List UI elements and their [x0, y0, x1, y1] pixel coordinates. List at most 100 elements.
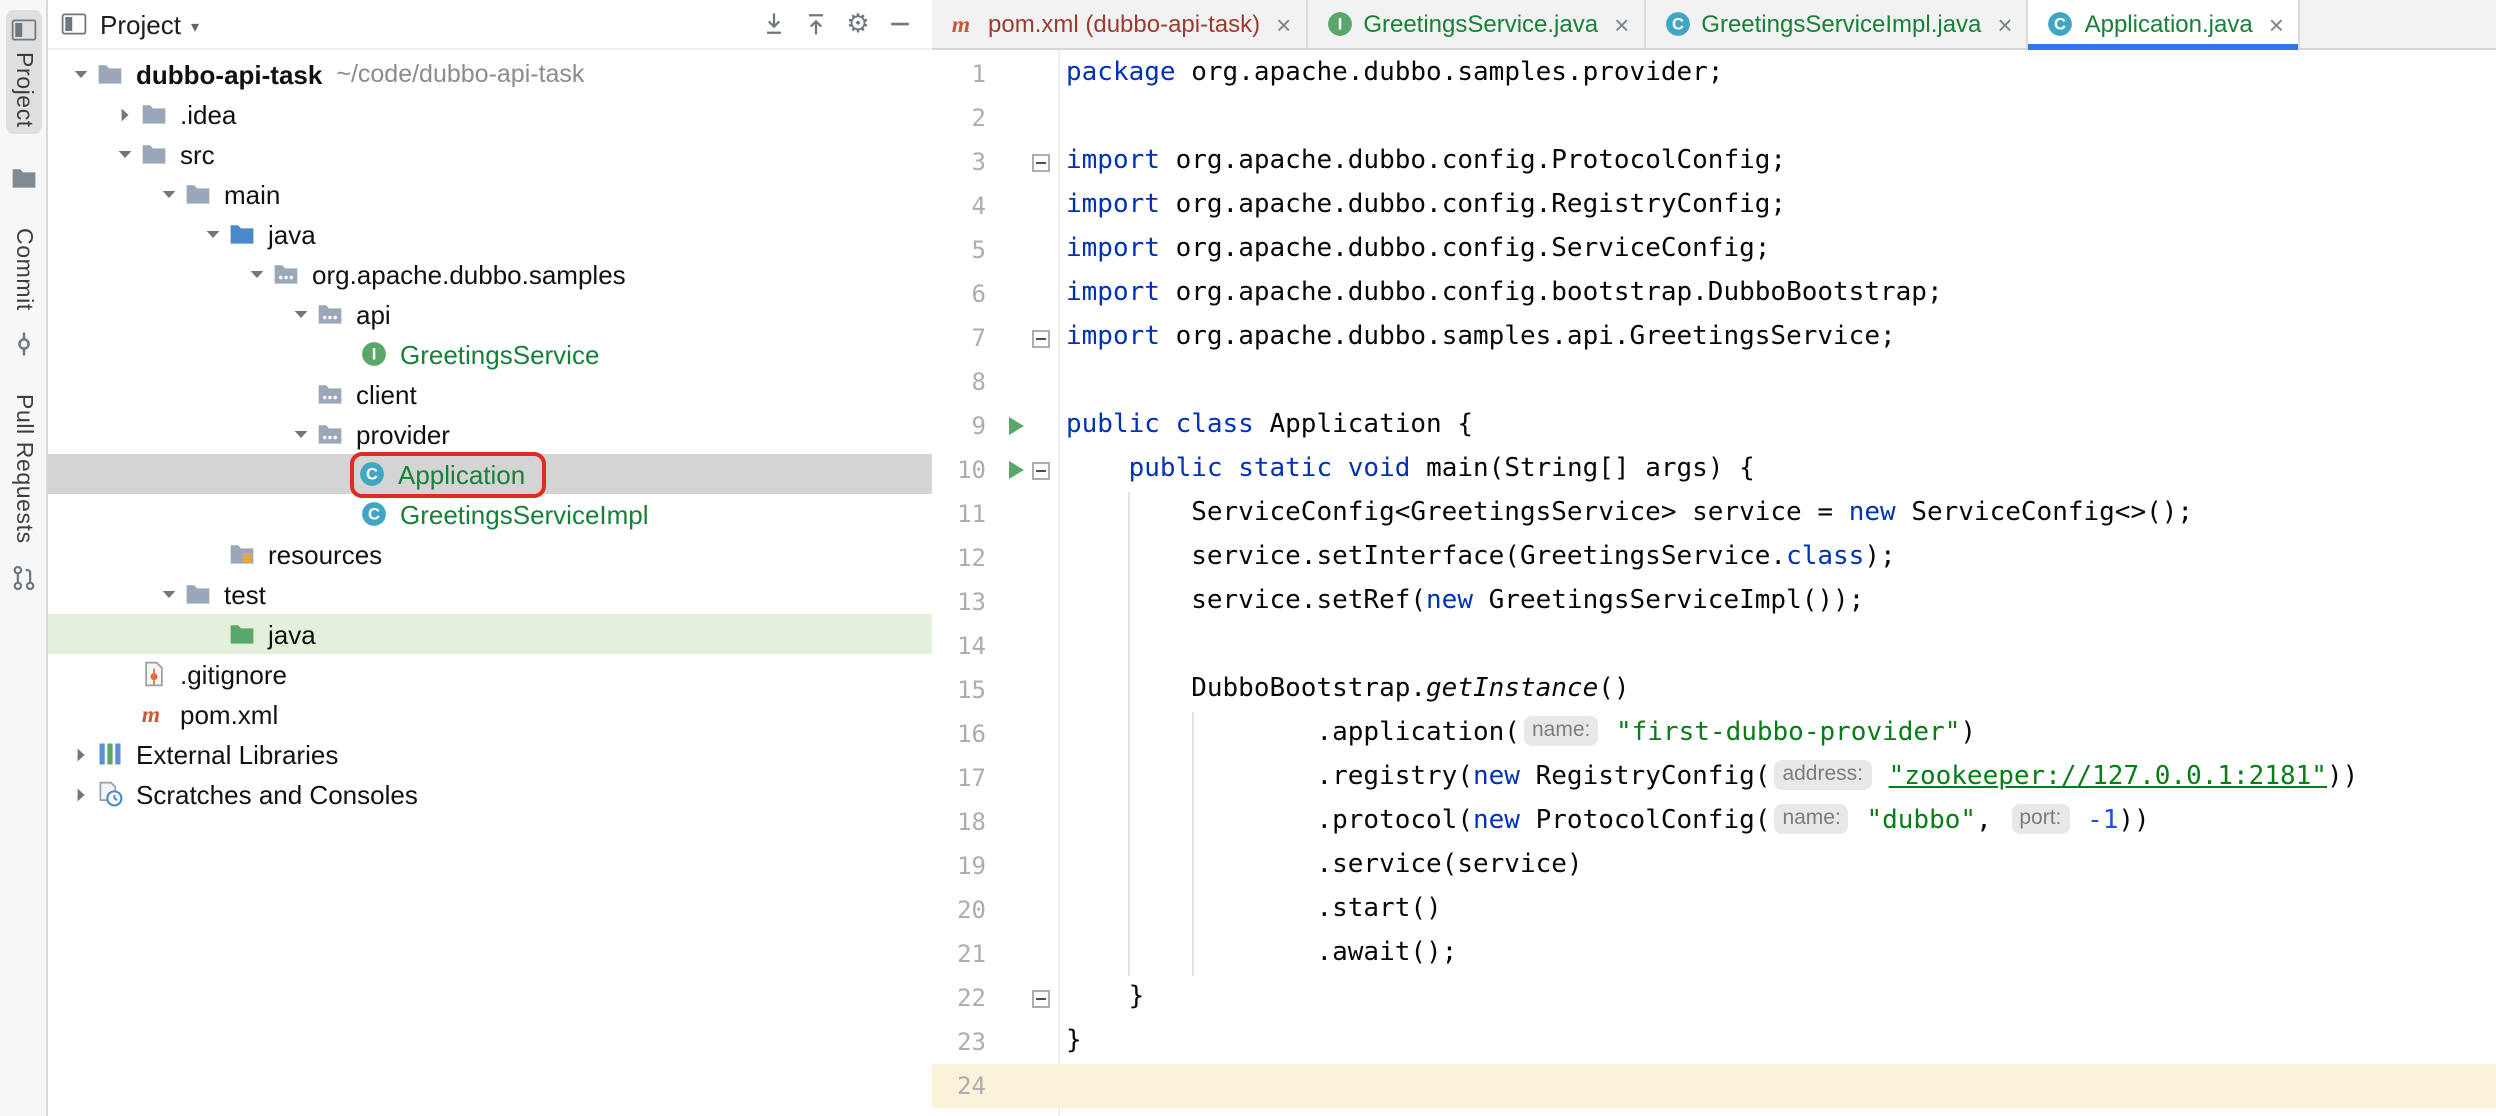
- code-line-18[interactable]: 18 .protocol(new ProtocolConfig(name: "d…: [932, 800, 2496, 844]
- expand-all-icon[interactable]: [758, 8, 790, 40]
- tree-item-provider[interactable]: provider: [48, 414, 932, 454]
- fold-marker-icon[interactable]: [1028, 326, 1052, 350]
- chevron-down-icon[interactable]: [152, 585, 184, 603]
- tree-item-resources[interactable]: resources: [48, 534, 932, 574]
- chevron-down-icon[interactable]: [196, 225, 228, 243]
- tree-item-java[interactable]: java: [48, 614, 932, 654]
- code-line-17[interactable]: 17 .registry(new RegistryConfig(address:…: [932, 756, 2496, 800]
- code-line-10[interactable]: 10 public static void main(String[] args…: [932, 448, 2496, 492]
- tool-window-button-commit[interactable]: Commit: [5, 222, 41, 365]
- code-line-12[interactable]: 12 service.setInterface(GreetingsService…: [932, 536, 2496, 580]
- maven-icon: m: [950, 10, 978, 38]
- ide-window: Project Commit Pull Requests Project ▾ ⚙ d…: [0, 0, 2496, 1116]
- tab-label: pom.xml (dubbo-api-task): [988, 10, 1260, 38]
- code-editor[interactable]: 1package org.apache.dubbo.samples.provid…: [932, 50, 2496, 1116]
- tab-pom-xml-dubbo-api-task[interactable]: m pom.xml (dubbo-api-task) ×: [932, 0, 1307, 48]
- gutter-spacer: [1004, 1030, 1028, 1054]
- gutter-spacer: [1028, 942, 1052, 966]
- tree-item-src[interactable]: src: [48, 134, 932, 174]
- tool-window-button-tool-folder[interactable]: [5, 158, 41, 198]
- gutter-icons: [986, 404, 1058, 448]
- line-number: 12: [932, 536, 986, 580]
- code-line-13[interactable]: 13 service.setRef(new GreetingsServiceIm…: [932, 580, 2496, 624]
- collapse-all-icon[interactable]: [800, 8, 832, 40]
- settings-icon[interactable]: ⚙: [842, 8, 874, 40]
- tree-item-label: main: [224, 179, 280, 209]
- chevron-down-icon[interactable]: [284, 425, 316, 443]
- chevron-down-icon[interactable]: [240, 265, 272, 283]
- close-icon[interactable]: ×: [1276, 11, 1291, 37]
- code-line-16[interactable]: 16 .application(name: "first-dubbo-provi…: [932, 712, 2496, 756]
- project-pane-icon: [58, 8, 90, 40]
- tree-item-test[interactable]: test: [48, 574, 932, 614]
- tree-item-java[interactable]: java: [48, 214, 932, 254]
- run-arrow-icon[interactable]: [1004, 458, 1028, 482]
- parameter-hint: name:: [1774, 804, 1848, 834]
- tree-item-label: resources: [268, 539, 382, 569]
- chevron-down-icon[interactable]: [152, 185, 184, 203]
- chevron-down-icon[interactable]: [64, 65, 96, 83]
- tab-application-java[interactable]: CApplication.java×: [2029, 0, 2300, 48]
- run-arrow-icon[interactable]: [1004, 414, 1028, 438]
- code-line-4[interactable]: 4import org.apache.dubbo.config.Registry…: [932, 184, 2496, 228]
- code-line-7[interactable]: 7import org.apache.dubbo.samples.api.Gre…: [932, 316, 2496, 360]
- code-line-3[interactable]: 3import org.apache.dubbo.config.Protocol…: [932, 140, 2496, 184]
- code-line-8[interactable]: 8: [932, 360, 2496, 404]
- chevron-right-icon[interactable]: [64, 785, 96, 803]
- project-panel-title[interactable]: Project: [100, 9, 181, 39]
- code-line-24[interactable]: 24: [932, 1064, 2496, 1108]
- chevron-right-icon[interactable]: [108, 105, 140, 123]
- tree-item-org-apache-dubbo-samples[interactable]: org.apache.dubbo.samples: [48, 254, 932, 294]
- fold-marker-icon[interactable]: [1028, 150, 1052, 174]
- code-text: .service(service): [1058, 844, 1583, 888]
- class-icon: C: [360, 500, 394, 528]
- tab-greetingsserviceimpl-java[interactable]: CGreetingsServiceImpl.java×: [1645, 0, 2028, 48]
- code-line-23[interactable]: 23}: [932, 1020, 2496, 1064]
- chevron-right-icon[interactable]: [64, 745, 96, 763]
- code-line-6[interactable]: 6import org.apache.dubbo.config.bootstra…: [932, 272, 2496, 316]
- code-line-19[interactable]: 19 .service(service): [932, 844, 2496, 888]
- code-line-11[interactable]: 11 ServiceConfig<GreetingsService> servi…: [932, 492, 2496, 536]
- tree-item-main[interactable]: main: [48, 174, 932, 214]
- code-line-14[interactable]: 14: [932, 624, 2496, 668]
- chevron-down-icon[interactable]: [108, 145, 140, 163]
- tree-item-scratches-and-consoles[interactable]: Scratches and Consoles: [48, 774, 932, 814]
- code-line-5[interactable]: 5import org.apache.dubbo.config.ServiceC…: [932, 228, 2496, 272]
- tree-item-client[interactable]: client: [48, 374, 932, 414]
- chevron-down-icon[interactable]: [284, 305, 316, 323]
- gutter-spacer: [1004, 238, 1028, 262]
- tree-item-greetingsserviceimpl[interactable]: CGreetingsServiceImpl: [48, 494, 932, 534]
- tool-window-button-pull-requests[interactable]: Pull Requests: [5, 389, 41, 599]
- gutter-spacer: [1028, 590, 1052, 614]
- gutter-icons: [986, 844, 1058, 888]
- tree-item-pom-xml[interactable]: mpom.xml: [48, 694, 932, 734]
- tree-item-api[interactable]: api: [48, 294, 932, 334]
- close-icon[interactable]: ×: [1614, 11, 1629, 37]
- code-line-20[interactable]: 20 .start(): [932, 888, 2496, 932]
- gutter-spacer: [1004, 546, 1028, 570]
- fold-marker-icon[interactable]: [1028, 986, 1052, 1010]
- code-line-9[interactable]: 9public class Application {: [932, 404, 2496, 448]
- code-line-22[interactable]: 22 }: [932, 976, 2496, 1020]
- activity-bar: Project Commit Pull Requests: [0, 0, 48, 1116]
- tree-item-external-libraries[interactable]: External Libraries: [48, 734, 932, 774]
- hide-panel-icon[interactable]: [884, 8, 916, 40]
- tree-item-label: client: [356, 379, 417, 409]
- close-icon[interactable]: ×: [1997, 11, 2012, 37]
- code-token: new: [1849, 498, 1912, 528]
- code-line-15[interactable]: 15 DubboBootstrap.getInstance(): [932, 668, 2496, 712]
- code-line-2[interactable]: 2: [932, 96, 2496, 140]
- fold-marker-icon[interactable]: [1028, 458, 1052, 482]
- chevron-down-icon[interactable]: ▾: [191, 17, 199, 35]
- tree-item-gitignore[interactable]: .gitignore: [48, 654, 932, 694]
- tree-item-dubbo-api-task[interactable]: dubbo-api-task~/code/dubbo-api-task: [48, 54, 932, 94]
- tree-item-greetingsservice[interactable]: IGreetingsService: [48, 334, 932, 374]
- close-icon[interactable]: ×: [2269, 11, 2284, 37]
- tree-item-application[interactable]: CApplication: [48, 454, 932, 494]
- tool-window-button-project[interactable]: Project: [5, 10, 41, 134]
- code-token: org.apache.dubbo.config.ServiceConfig;: [1176, 234, 1771, 264]
- tab-greetingsservice-java[interactable]: IGreetingsService.java×: [1307, 0, 1645, 48]
- tree-item-idea[interactable]: .idea: [48, 94, 932, 134]
- code-line-21[interactable]: 21 .await();: [932, 932, 2496, 976]
- code-line-1[interactable]: 1package org.apache.dubbo.samples.provid…: [932, 52, 2496, 96]
